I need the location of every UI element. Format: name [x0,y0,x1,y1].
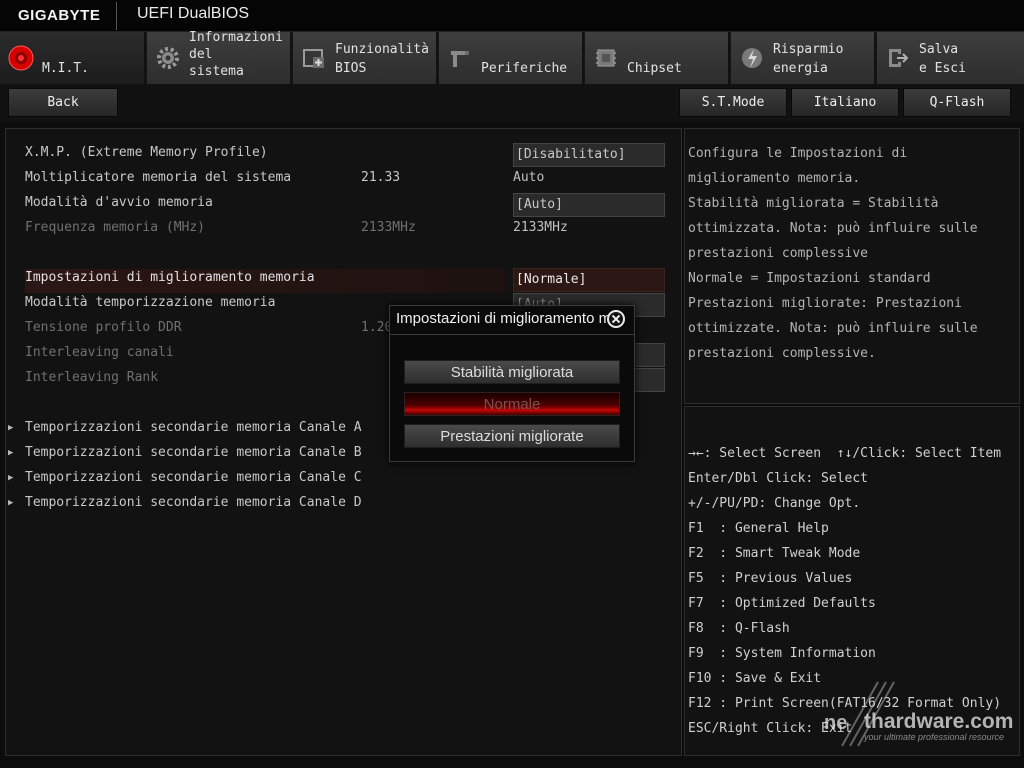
setting-current-frequency: 2133MHz [361,220,416,235]
setting-label-rank-interleaving: Interleaving Rank [25,370,159,385]
help-line: Configura le Impostazioni di [688,146,908,161]
submenu-channel-a[interactable]: Temporizzazioni secondarie memoria Canal… [25,416,362,440]
help-line: prestazioni complessive. [688,346,876,361]
language-button[interactable]: Italiano [791,88,899,117]
key-hint: F8 : Q-Flash [688,621,790,636]
tab-label: Funzionalità BIOS [335,42,429,76]
help-line: Stabilità migliorata = Stabilità [688,196,939,211]
plug-icon [447,45,473,71]
submenu-arrow-icon: ▶ [8,448,14,458]
help-line: ottimizzate. Nota: può influire sulle [688,321,978,336]
help-panel: Configura le Impostazioni di miglioramen… [684,128,1020,404]
setting-value-xmp[interactable]: [Disabilitato] [513,143,665,167]
help-line: Normale = Impostazioni standard [688,271,931,286]
st-mode-button[interactable]: S.T.Mode [679,88,787,117]
option-performance[interactable]: Prestazioni migliorate [404,424,620,448]
tab-label: M.I.T. [42,61,89,76]
product-title: UEFI DualBIOS [137,5,250,22]
help-line: Prestazioni migliorate: Prestazioni [688,296,962,311]
tab-chipset[interactable]: Chipset [585,32,730,84]
submenu-channel-d[interactable]: Temporizzazioni secondarie memoria Canal… [25,491,362,515]
brand-logo: GIGABYTE [18,7,101,24]
key-hint: +/-/PU/PD: Change Opt. [688,496,861,511]
submenu-arrow-icon: ▶ [8,423,14,433]
tab-label: Periferiche [481,61,568,76]
setting-label-boot-mode: Modalità d'avvio memoria [25,195,213,210]
watermark-logo-prefix: ne [824,712,848,734]
main-tabs: M.I.T. Informazioni del sistema Funziona… [0,30,1024,84]
option-stability[interactable]: Stabilità migliorata [404,360,620,384]
tab-label: Chipset [627,61,682,76]
title-divider [116,2,117,30]
setting-current-multiplier: 21.33 [361,170,401,185]
tab-system-info[interactable]: Informazioni del sistema [147,30,292,84]
power-leaf-icon [739,45,765,71]
tab-mit[interactable]: M.I.T. [0,32,146,84]
help-line: ottimizzata. Nota: può influire sulle [688,221,978,236]
key-hint: F9 : System Information [688,646,876,661]
chipset-icon [593,45,619,71]
option-normal[interactable]: Normale [404,392,620,416]
title-bar: GIGABYTE UEFI DualBIOS [0,0,1024,32]
watermark-tagline: your ultimate professional resource [864,732,1005,742]
chip-plus-icon [301,45,327,71]
setting-value-memory-enhancement[interactable]: [Normale] [513,268,665,292]
tab-label: Risparmio energia [773,42,844,76]
help-line: prestazioni complessive [688,246,869,261]
qflash-button[interactable]: Q-Flash [903,88,1011,117]
key-hint: F2 : Smart Tweak Mode [688,546,861,561]
key-hint: F7 : Optimized Defaults [688,596,876,611]
submenu-arrow-icon: ▶ [8,473,14,483]
setting-label-frequency: Frequenza memoria (MHz) [25,220,206,235]
setting-label-multiplier: Moltiplicatore memoria del sistema [25,170,292,185]
close-icon[interactable] [606,309,626,329]
setting-value-frequency: 2133MHz [513,220,568,235]
submenu-channel-c[interactable]: Temporizzazioni secondarie memoria Canal… [25,466,362,490]
tab-save-exit[interactable]: Salva e Esci [877,32,1024,84]
key-hint: Enter/Dbl Click: Select [688,471,869,486]
key-hint: F10 : Save & Exit [688,671,822,686]
setting-current-ddr-voltage: 1.20 [361,320,393,335]
submenu-channel-b[interactable]: Temporizzazioni secondarie memoria Canal… [25,441,362,465]
tab-label: Salva e Esci [919,42,966,76]
submenu-arrow-icon: ▶ [8,498,14,508]
back-button[interactable]: Back [8,88,118,117]
toolbar: Back S.T.Mode Italiano Q-Flash [0,84,1024,122]
tab-bios-features[interactable]: Funzionalità BIOS [293,32,438,84]
help-line: miglioramento memoria. [688,171,861,186]
key-hint: F5 : Previous Values [688,571,853,586]
mit-red-dial-icon [8,45,34,71]
setting-value-multiplier: Auto [513,170,545,185]
popup-divider [390,334,634,335]
watermark-logo: thardware.com [864,710,1014,733]
setting-label-ddr-voltage: Tensione profilo DDR [25,320,182,335]
setting-value-boot-mode[interactable]: [Auto] [513,193,665,217]
setting-label-xmp: X.M.P. (Extreme Memory Profile) [25,145,268,160]
tab-power[interactable]: Risparmio energia [731,32,876,84]
popup-title: Impostazioni di miglioramento memoria [396,310,610,327]
option-popup: Impostazioni di miglioramento memoria St… [389,305,635,462]
exit-icon [885,45,911,71]
watermark: ne thardware.com your ultimate professio… [820,680,1024,768]
gear-icon [155,45,181,71]
setting-label-timing-mode: Modalità temporizzazione memoria [25,295,276,310]
key-hint: →←: Select Screen ↑↓/Click: Select Item [688,446,1002,461]
setting-label-memory-enhancement[interactable]: Impostazioni di miglioramento memoria [25,266,315,290]
setting-label-channel-interleaving: Interleaving canali [25,345,174,360]
tab-peripherals[interactable]: Periferiche [439,32,584,84]
tab-label: Informazioni del sistema [189,30,283,79]
key-hint: F1 : General Help [688,521,829,536]
